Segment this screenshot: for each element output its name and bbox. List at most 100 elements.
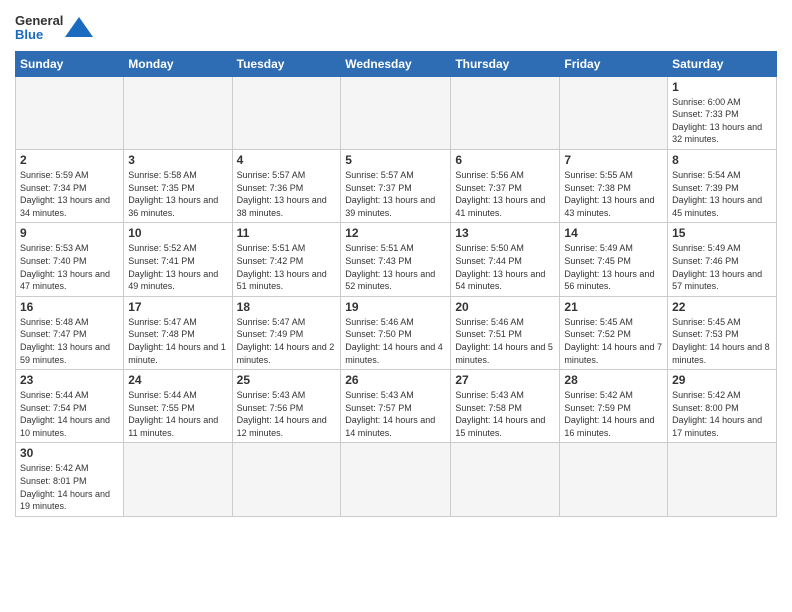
weekday-monday: Monday — [124, 51, 232, 76]
day-number: 14 — [564, 226, 663, 240]
day-number: 2 — [20, 153, 119, 167]
calendar-cell: 23 Sunrise: 5:44 AMSunset: 7:54 PMDayligh… — [16, 370, 124, 443]
day-number: 23 — [20, 373, 119, 387]
day-number: 13 — [455, 226, 555, 240]
calendar-cell — [124, 76, 232, 149]
calendar-week-1: 2 Sunrise: 5:59 AMSunset: 7:34 PMDaylight… — [16, 149, 777, 222]
calendar-cell: 27 Sunrise: 5:43 AMSunset: 7:58 PMDayligh… — [451, 370, 560, 443]
day-number: 19 — [345, 300, 446, 314]
calendar-cell: 24 Sunrise: 5:44 AMSunset: 7:55 PMDayligh… — [124, 370, 232, 443]
calendar-cell — [341, 76, 451, 149]
calendar-cell: 18Sunrise: 5:47 AMSunset: 7:49 PMDayligh… — [232, 296, 341, 369]
calendar-cell: 6 Sunrise: 5:56 AMSunset: 7:37 PMDaylight… — [451, 149, 560, 222]
day-info: Sunrise: 5:59 AMSunset: 7:34 PMDaylight:… — [20, 169, 119, 219]
calendar-cell: 26 Sunrise: 5:43 AMSunset: 7:57 PMDayligh… — [341, 370, 451, 443]
calendar-cell: 22 Sunrise: 5:45 AMSunset: 7:53 PMDayligh… — [668, 296, 777, 369]
page-header: GeneralBlue — [15, 10, 777, 43]
day-info: Sunrise: 5:43 AMSunset: 7:56 PMDaylight:… — [237, 389, 337, 439]
day-info: Sunrise: 5:47 AMSunset: 7:49 PMDaylight:… — [237, 316, 337, 366]
day-info: Sunrise: 6:00 AMSunset: 7:33 PMDaylight:… — [672, 96, 772, 146]
calendar-cell: 8Sunrise: 5:54 AMSunset: 7:39 PMDaylight… — [668, 149, 777, 222]
day-number: 3 — [128, 153, 227, 167]
calendar-cell — [16, 76, 124, 149]
calendar-table: SundayMondayTuesdayWednesdayThursdayFrid… — [15, 51, 777, 517]
day-info: Sunrise: 5:57 AMSunset: 7:36 PMDaylight:… — [237, 169, 337, 219]
day-number: 15 — [672, 226, 772, 240]
calendar-cell: 11Sunrise: 5:51 AMSunset: 7:42 PMDayligh… — [232, 223, 341, 296]
weekday-header-row: SundayMondayTuesdayWednesdayThursdayFrid… — [16, 51, 777, 76]
day-info: Sunrise: 5:58 AMSunset: 7:35 PMDaylight:… — [128, 169, 227, 219]
calendar-cell: 25 Sunrise: 5:43 AMSunset: 7:56 PMDayligh… — [232, 370, 341, 443]
calendar-cell: 9 Sunrise: 5:53 AMSunset: 7:40 PMDaylight… — [16, 223, 124, 296]
day-number: 20 — [455, 300, 555, 314]
weekday-thursday: Thursday — [451, 51, 560, 76]
day-info: Sunrise: 5:51 AMSunset: 7:43 PMDaylight:… — [345, 242, 446, 292]
logo: GeneralBlue — [15, 14, 93, 43]
day-info: Sunrise: 5:47 AMSunset: 7:48 PMDaylight:… — [128, 316, 227, 366]
calendar-cell: 12Sunrise: 5:51 AMSunset: 7:43 PMDayligh… — [341, 223, 451, 296]
calendar-cell: 17Sunrise: 5:47 AMSunset: 7:48 PMDayligh… — [124, 296, 232, 369]
day-number: 4 — [237, 153, 337, 167]
calendar-cell — [560, 76, 668, 149]
day-number: 26 — [345, 373, 446, 387]
day-info: Sunrise: 5:49 AMSunset: 7:45 PMDaylight:… — [564, 242, 663, 292]
calendar-cell: 7Sunrise: 5:55 AMSunset: 7:38 PMDaylight… — [560, 149, 668, 222]
day-number: 8 — [672, 153, 772, 167]
day-number: 16 — [20, 300, 119, 314]
calendar-cell: 4 Sunrise: 5:57 AMSunset: 7:36 PMDaylight… — [232, 149, 341, 222]
day-number: 9 — [20, 226, 119, 240]
day-info: Sunrise: 5:44 AMSunset: 7:55 PMDaylight:… — [128, 389, 227, 439]
calendar-cell: 10 Sunrise: 5:52 AMSunset: 7:41 PMDayligh… — [124, 223, 232, 296]
calendar-cell — [232, 76, 341, 149]
calendar-cell: 19Sunrise: 5:46 AMSunset: 7:50 PMDayligh… — [341, 296, 451, 369]
day-info: Sunrise: 5:56 AMSunset: 7:37 PMDaylight:… — [455, 169, 555, 219]
calendar-cell: 15Sunrise: 5:49 AMSunset: 7:46 PMDayligh… — [668, 223, 777, 296]
calendar-cell — [668, 443, 777, 516]
calendar-week-2: 9 Sunrise: 5:53 AMSunset: 7:40 PMDaylight… — [16, 223, 777, 296]
day-info: Sunrise: 5:53 AMSunset: 7:40 PMDaylight:… — [20, 242, 119, 292]
day-info: Sunrise: 5:43 AMSunset: 7:58 PMDaylight:… — [455, 389, 555, 439]
day-number: 5 — [345, 153, 446, 167]
calendar-cell: 20Sunrise: 5:46 AMSunset: 7:51 PMDayligh… — [451, 296, 560, 369]
calendar-cell: 30Sunrise: 5:42 AMSunset: 8:01 PMDayligh… — [16, 443, 124, 516]
logo-text: GeneralBlue — [15, 14, 63, 43]
calendar-body: 1 Sunrise: 6:00 AMSunset: 7:33 PMDaylight… — [16, 76, 777, 516]
calendar-cell — [124, 443, 232, 516]
day-number: 25 — [237, 373, 337, 387]
day-info: Sunrise: 5:44 AMSunset: 7:54 PMDaylight:… — [20, 389, 119, 439]
day-info: Sunrise: 5:51 AMSunset: 7:42 PMDaylight:… — [237, 242, 337, 292]
calendar-cell — [451, 76, 560, 149]
day-info: Sunrise: 5:43 AMSunset: 7:57 PMDaylight:… — [345, 389, 446, 439]
day-info: Sunrise: 5:45 AMSunset: 7:52 PMDaylight:… — [564, 316, 663, 366]
day-info: Sunrise: 5:50 AMSunset: 7:44 PMDaylight:… — [455, 242, 555, 292]
weekday-sunday: Sunday — [16, 51, 124, 76]
day-info: Sunrise: 5:42 AMSunset: 8:00 PMDaylight:… — [672, 389, 772, 439]
weekday-tuesday: Tuesday — [232, 51, 341, 76]
calendar-cell — [560, 443, 668, 516]
calendar-cell: 28Sunrise: 5:42 AMSunset: 7:59 PMDayligh… — [560, 370, 668, 443]
calendar-cell: 16Sunrise: 5:48 AMSunset: 7:47 PMDayligh… — [16, 296, 124, 369]
weekday-saturday: Saturday — [668, 51, 777, 76]
day-number: 1 — [672, 80, 772, 94]
day-info: Sunrise: 5:57 AMSunset: 7:37 PMDaylight:… — [345, 169, 446, 219]
calendar-cell — [232, 443, 341, 516]
calendar-cell: 14 Sunrise: 5:49 AMSunset: 7:45 PMDayligh… — [560, 223, 668, 296]
calendar-cell — [451, 443, 560, 516]
day-number: 22 — [672, 300, 772, 314]
calendar-cell: 13 Sunrise: 5:50 AMSunset: 7:44 PMDayligh… — [451, 223, 560, 296]
calendar-week-0: 1 Sunrise: 6:00 AMSunset: 7:33 PMDaylight… — [16, 76, 777, 149]
day-number: 7 — [564, 153, 663, 167]
day-number: 28 — [564, 373, 663, 387]
calendar-cell: 29 Sunrise: 5:42 AMSunset: 8:00 PMDayligh… — [668, 370, 777, 443]
day-number: 10 — [128, 226, 227, 240]
day-number: 29 — [672, 373, 772, 387]
calendar-cell: 21Sunrise: 5:45 AMSunset: 7:52 PMDayligh… — [560, 296, 668, 369]
calendar-week-3: 16Sunrise: 5:48 AMSunset: 7:47 PMDayligh… — [16, 296, 777, 369]
day-number: 27 — [455, 373, 555, 387]
day-info: Sunrise: 5:52 AMSunset: 7:41 PMDaylight:… — [128, 242, 227, 292]
weekday-friday: Friday — [560, 51, 668, 76]
day-info: Sunrise: 5:45 AMSunset: 7:53 PMDaylight:… — [672, 316, 772, 366]
calendar-week-5: 30Sunrise: 5:42 AMSunset: 8:01 PMDayligh… — [16, 443, 777, 516]
day-number: 24 — [128, 373, 227, 387]
day-number: 6 — [455, 153, 555, 167]
